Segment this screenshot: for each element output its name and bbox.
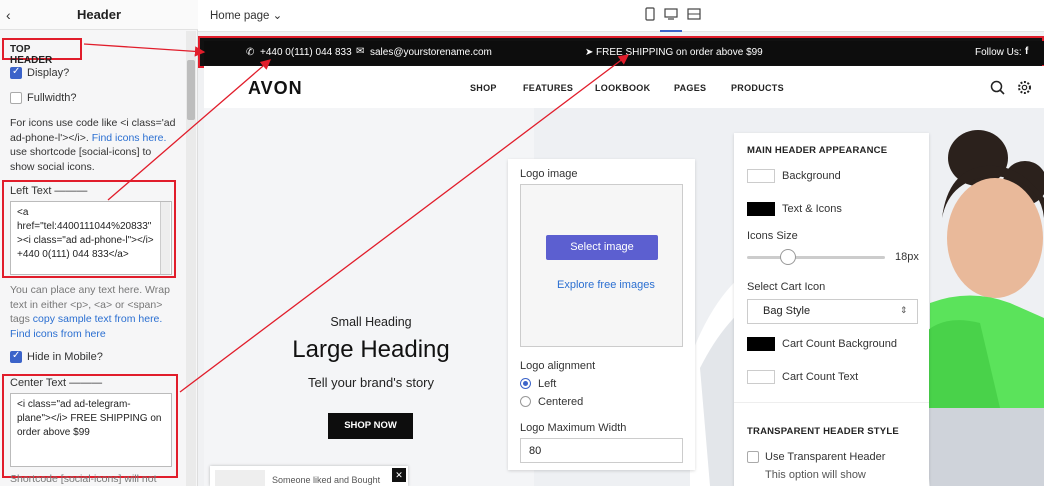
annotation-arrows bbox=[83, 43, 630, 393]
